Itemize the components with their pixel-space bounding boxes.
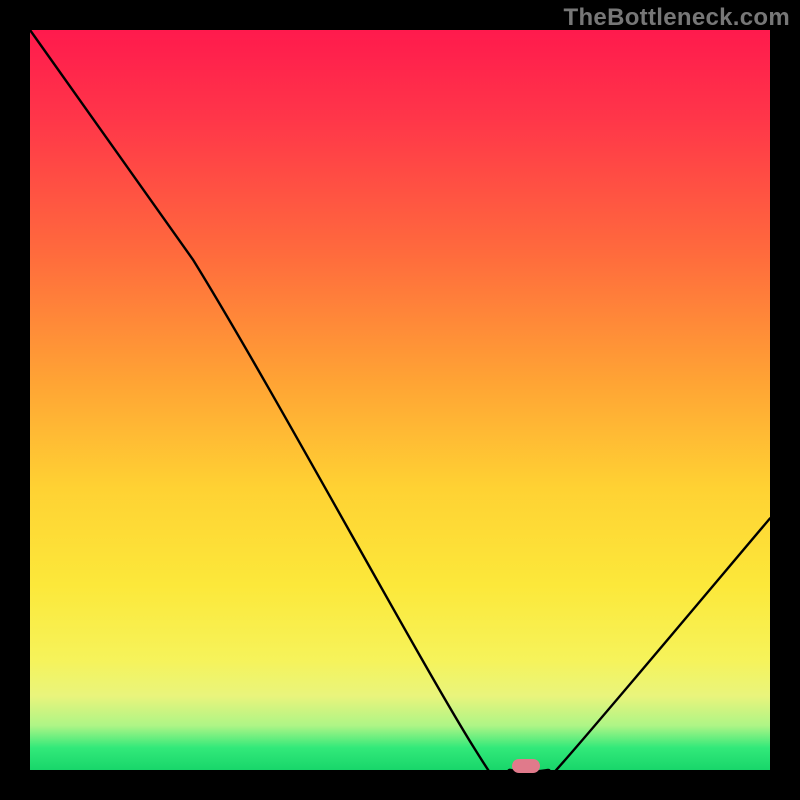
chart-frame: TheBottleneck.com <box>0 0 800 800</box>
curve-layer <box>30 30 770 770</box>
bottleneck-curve-path <box>30 30 770 794</box>
plot-area <box>30 30 770 770</box>
watermark-text: TheBottleneck.com <box>564 4 790 32</box>
optimal-marker <box>512 759 540 773</box>
